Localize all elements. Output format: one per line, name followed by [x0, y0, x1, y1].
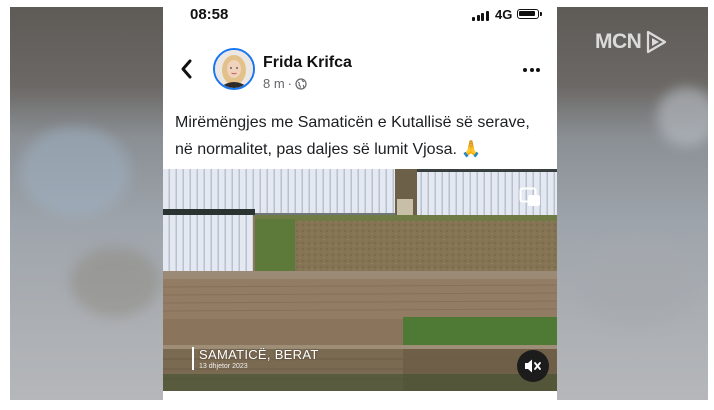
- caption-line-2-text: në normalitet, pas daljes së lumit Vjosa…: [175, 141, 457, 158]
- blurred-background-right: [557, 7, 708, 400]
- speaker-muted-icon: [525, 359, 541, 373]
- avatar-portrait: [215, 50, 253, 88]
- blurred-background-left: [10, 7, 163, 400]
- video-date: 13 dhjetor 2023: [199, 363, 248, 370]
- globe-icon: [295, 77, 307, 90]
- caption-line-2: në normalitet, pas daljes së lumit Vjosa…: [175, 136, 547, 163]
- signal-icon: [472, 10, 489, 21]
- network-type: 4G: [495, 7, 513, 22]
- chevron-left-icon[interactable]: [178, 58, 196, 80]
- battery-icon: [517, 9, 542, 19]
- post-time: 8 m: [263, 76, 285, 91]
- video-location-overlay: SAMATICË, BERAT 13 dhjetor 2023: [192, 347, 319, 370]
- video-location: SAMATICË, BERAT: [199, 347, 319, 362]
- picture-in-picture-icon[interactable]: [519, 186, 541, 208]
- praying-hands-emoji: 🙏: [461, 141, 482, 158]
- meta-separator: ·: [287, 76, 293, 91]
- author-name[interactable]: Frida Krifca: [263, 54, 352, 72]
- post-meta: 8 m ·: [263, 76, 307, 91]
- post-header: Frida Krifca 8 m ·: [163, 44, 557, 96]
- more-dots-icon[interactable]: [523, 68, 540, 72]
- caption-line-1: Mirëmëngjes me Samaticën e Kutallisë së …: [175, 114, 530, 131]
- post-caption: Mirëmëngjes me Samaticën e Kutallisë së …: [175, 109, 547, 163]
- status-bar: 08:58 4G: [163, 0, 557, 30]
- phone-screen: 08:58 4G Frida Krifca 8 m · Mirëmëngjes …: [163, 0, 557, 410]
- post-video[interactable]: SAMATICË, BERAT 13 dhjetor 2023: [163, 169, 557, 391]
- play-logo-icon: [647, 30, 667, 54]
- watermark-text: MCN: [595, 30, 642, 53]
- channel-watermark: MCN: [595, 28, 675, 56]
- status-time: 08:58: [190, 6, 229, 23]
- mute-button[interactable]: [517, 350, 549, 382]
- avatar[interactable]: [213, 48, 255, 90]
